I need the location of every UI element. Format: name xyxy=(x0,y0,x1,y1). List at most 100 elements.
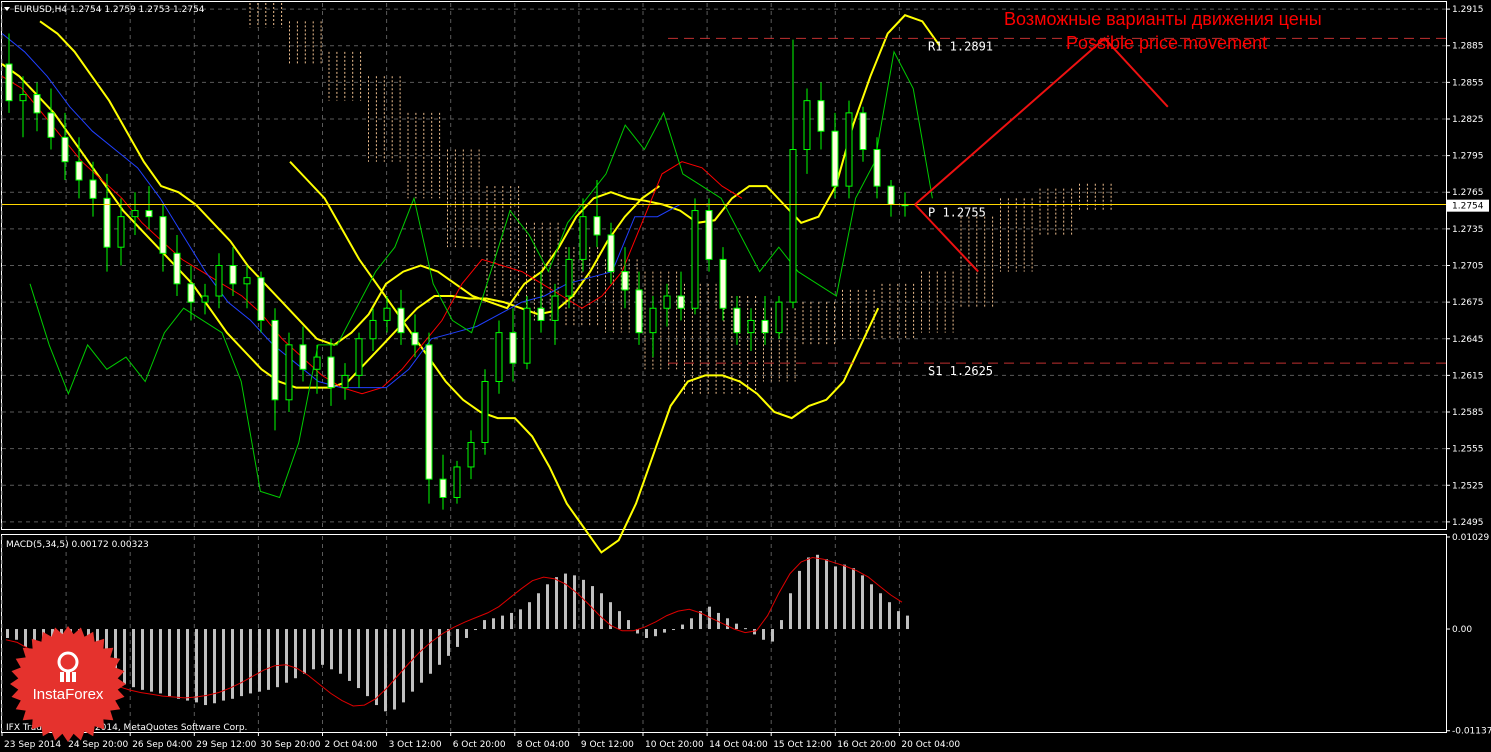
candle-body xyxy=(187,283,195,303)
price-tick-label: 1.2735 xyxy=(1452,225,1484,235)
candle-body xyxy=(215,265,223,297)
macd-bar xyxy=(780,620,783,630)
level-label-s1: S1 1.2625 xyxy=(928,364,993,378)
price-tick-label: 1.2645 xyxy=(1452,335,1484,345)
candle-body xyxy=(47,112,55,138)
time-tick-label: 8 Oct 04:00 xyxy=(517,740,570,750)
candles xyxy=(5,33,909,510)
candle-body xyxy=(117,216,125,248)
candle-body xyxy=(243,277,251,285)
candle-body xyxy=(789,149,797,303)
time-tick-label: 30 Sep 20:00 xyxy=(260,740,320,750)
price-tick-label: 1.2705 xyxy=(1452,262,1484,272)
price-axis: 1.2915 1.2885 1.2855 1.2825 1.2795 1.2765 1.27… xyxy=(1446,5,1489,528)
macd-bar xyxy=(168,629,171,697)
macd-bar xyxy=(366,629,369,697)
candle-body xyxy=(467,442,475,468)
macd-bar xyxy=(303,629,306,674)
candle-body xyxy=(397,307,405,334)
candle-body xyxy=(33,94,41,114)
candle-body xyxy=(775,301,783,334)
macd-bar xyxy=(393,629,396,710)
macd-bar xyxy=(483,620,486,630)
candle-body xyxy=(831,130,839,187)
candle-body xyxy=(481,380,489,444)
candle-body xyxy=(621,271,629,291)
macd-bar xyxy=(690,618,693,630)
indicator-line xyxy=(39,14,941,347)
macd-bar xyxy=(879,593,882,630)
candle-body xyxy=(383,307,391,321)
time-tick-label: 20 Oct 04:00 xyxy=(901,740,960,750)
price-tick-label: 1.2795 xyxy=(1452,152,1484,162)
macd-bar xyxy=(744,628,747,630)
logo-brand-text: InstaForex xyxy=(32,686,104,703)
macd-bar xyxy=(825,559,828,630)
candle-body xyxy=(355,338,363,376)
candle-body xyxy=(845,112,853,187)
macd-bar xyxy=(645,629,648,638)
macd-bar xyxy=(573,575,576,630)
macd-bar xyxy=(285,629,288,683)
macd-bar xyxy=(330,629,333,670)
scenario-path xyxy=(914,37,1169,206)
candle-body xyxy=(593,216,601,236)
candle-body xyxy=(453,466,461,498)
price-tick-label: 1.2615 xyxy=(1452,371,1484,381)
candle-body xyxy=(19,94,27,102)
candle-body xyxy=(495,332,503,382)
candle-body xyxy=(229,265,237,285)
macd-bar xyxy=(726,618,729,630)
macd-bar xyxy=(240,629,243,697)
macd-bar xyxy=(339,629,342,674)
macd-label: MACD(5,34,5) 0.00172 0.00323 xyxy=(6,540,149,550)
time-axis: 23 Sep 2014 24 Sep 20:00 26 Sep 04:00 29 Se… xyxy=(1,732,960,750)
candle-body xyxy=(201,295,209,303)
annotation-en: Possible price movement xyxy=(1066,33,1267,53)
macd-bar xyxy=(663,629,666,633)
price-tick-label: 1.2525 xyxy=(1452,481,1484,491)
macd-bar xyxy=(294,629,297,679)
macd-bar xyxy=(816,554,819,630)
macd-bar xyxy=(186,629,189,701)
price-tick-label: 1.2855 xyxy=(1452,78,1484,88)
candle-body xyxy=(5,63,13,102)
candle-body xyxy=(103,197,111,248)
price-chart: R1 1.2891 P 1.2755 S1 1.2625 0.01029 0.00 -0… xyxy=(1,1,1491,750)
time-tick-label: 29 Sep 12:00 xyxy=(196,740,256,750)
macd-bar xyxy=(555,577,558,630)
candle-body xyxy=(551,295,559,321)
candle-body xyxy=(299,344,307,370)
price-tick-label: 1.2915 xyxy=(1452,5,1484,15)
macd-bar xyxy=(258,629,261,692)
candle-body xyxy=(761,319,769,334)
macd-bar xyxy=(510,612,513,630)
candle-body xyxy=(89,179,97,199)
macd-bar xyxy=(870,584,873,630)
candle-body xyxy=(579,216,587,260)
macd-bar xyxy=(834,566,837,630)
candle-body xyxy=(285,344,293,401)
candle-body xyxy=(635,289,643,334)
macd-bar xyxy=(141,629,144,690)
candle-body xyxy=(257,277,265,321)
candle-body xyxy=(691,210,699,309)
time-tick-label: 3 Oct 12:00 xyxy=(389,740,442,750)
macd-bar xyxy=(897,611,900,630)
time-tick-label: 26 Sep 04:00 xyxy=(132,740,192,750)
macd-bar xyxy=(762,629,765,640)
candle-body xyxy=(873,149,881,187)
price-tick-label: 1.2495 xyxy=(1452,518,1484,528)
candle-body xyxy=(61,136,69,163)
candle-body xyxy=(313,356,321,370)
macd-bar xyxy=(600,593,603,630)
macd-bar xyxy=(429,629,432,674)
candle-body xyxy=(663,295,671,309)
macd-bar xyxy=(384,629,387,712)
candle-body xyxy=(747,319,755,334)
level-label-r1: R1 1.2891 xyxy=(928,39,993,53)
candle-body xyxy=(369,319,377,340)
macd-bar xyxy=(582,579,585,630)
price-tick-label: 1.2675 xyxy=(1452,298,1484,308)
time-tick-label: 6 Oct 20:00 xyxy=(453,740,506,750)
